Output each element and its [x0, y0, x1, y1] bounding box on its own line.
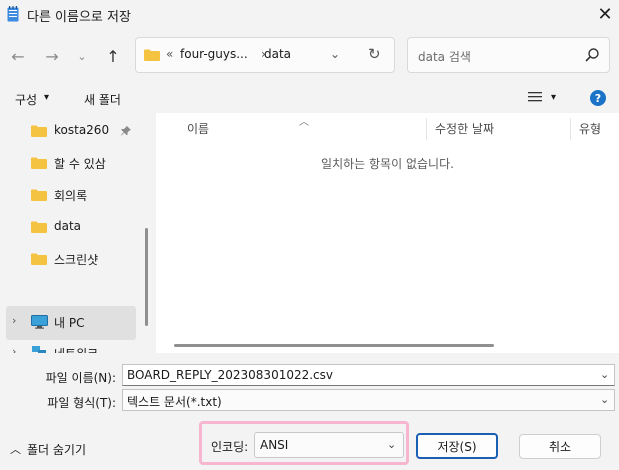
forward-button[interactable]: →: [38, 42, 66, 70]
search-box[interactable]: data 검색: [407, 37, 610, 73]
network-icon: [32, 346, 46, 353]
caret-down-icon: ▾: [44, 92, 50, 103]
chevron-right-icon[interactable]: ›: [12, 345, 16, 353]
notepad-icon: [7, 6, 19, 22]
save-button[interactable]: 저장(S): [416, 433, 498, 459]
column-divider[interactable]: [426, 118, 427, 140]
filename-field[interactable]: [122, 364, 615, 386]
cancel-button[interactable]: 취소: [519, 434, 601, 459]
sidebar-item-label: 회의록: [54, 189, 88, 203]
encoding-label: 인코딩:: [211, 440, 249, 454]
sidebar-item-label: kosta260: [54, 123, 110, 137]
chevron-right-icon[interactable]: ›: [12, 314, 16, 327]
search-icon: [585, 48, 599, 62]
folder-icon: [31, 125, 47, 137]
filename-label: 파일 이름(N):: [45, 371, 116, 385]
close-icon: ✕: [597, 3, 613, 25]
column-header-name[interactable]: 이름: [187, 120, 209, 137]
sidebar-item-kosta260[interactable]: kosta260: [0, 117, 140, 145]
chevron-down-icon[interactable]: ⌄: [600, 368, 609, 381]
sidebar-item-this-pc[interactable]: › 내 PC: [6, 306, 136, 340]
sidebar-item-label: 내 PC: [54, 316, 85, 330]
encoding-select[interactable]: ANSI ⌄: [254, 432, 404, 458]
close-button[interactable]: ✕: [592, 2, 618, 26]
filetype-label: 파일 형식(T):: [47, 396, 116, 410]
filetype-select[interactable]: 텍스트 문서(*.txt): [122, 389, 615, 411]
folder-icon: [31, 189, 47, 201]
refresh-icon[interactable]: ↻: [368, 45, 381, 63]
arrow-up-icon: ↑: [106, 46, 120, 66]
view-options-icon[interactable]: [527, 90, 543, 104]
navigation-pane[interactable]: kosta260 할 수 있삼 회의록 data 스크린샷 › 내 PC › 네…: [0, 113, 151, 353]
address-bar[interactable]: « four-guys... › data ⌄ ↻: [135, 37, 395, 73]
folder-icon: [31, 157, 47, 169]
encoding-value: ANSI: [260, 438, 289, 452]
address-overflow[interactable]: «: [166, 47, 173, 61]
horizontal-scrollbar[interactable]: [174, 344, 494, 347]
chevron-down-icon: ⌄: [77, 49, 87, 63]
search-placeholder[interactable]: data 검색: [418, 48, 471, 65]
folder-icon: [31, 221, 47, 233]
file-list[interactable]: ︿ 이름 수정한 날짜 유형 일치하는 항목이 없습니다.: [156, 113, 619, 353]
sidebar-item-label: 스크린샷: [54, 253, 99, 267]
sidebar-item-할-수-있삼[interactable]: 할 수 있삼: [0, 149, 140, 177]
computer-icon: [31, 315, 48, 329]
address-segment-current[interactable]: data: [264, 47, 291, 61]
address-segment-parent[interactable]: four-guys...: [180, 47, 248, 61]
folder-icon: [31, 253, 47, 265]
chevron-down-icon[interactable]: ⌄: [600, 393, 609, 406]
up-button[interactable]: ↑: [99, 42, 127, 70]
new-folder-button[interactable]: 새 폴더: [84, 91, 121, 108]
column-header-date-modified[interactable]: 수정한 날짜: [435, 120, 494, 137]
column-header-type[interactable]: 유형: [579, 120, 601, 137]
arrow-right-icon: →: [45, 46, 59, 66]
chevron-down-icon[interactable]: ⌄: [330, 47, 340, 61]
arrow-left-icon: ←: [11, 46, 25, 66]
navigation-scrollbar[interactable]: [145, 228, 148, 326]
organize-button[interactable]: 구성: [15, 91, 37, 108]
recent-locations-button[interactable]: ⌄: [70, 42, 94, 70]
caret-down-icon[interactable]: ▾: [551, 92, 556, 103]
sidebar-item-스크린샷[interactable]: 스크린샷: [0, 245, 140, 273]
pin-icon[interactable]: [120, 125, 132, 137]
back-button[interactable]: ←: [4, 42, 32, 70]
column-divider[interactable]: [570, 118, 571, 140]
sidebar-item-label: data: [54, 219, 82, 233]
sidebar-item-회의록[interactable]: 회의록: [0, 181, 140, 209]
chevron-up-icon[interactable]: ︿: [10, 441, 21, 457]
empty-message: 일치하는 항목이 없습니다.: [321, 157, 454, 171]
folder-icon: [144, 49, 160, 61]
sidebar-item-data[interactable]: data: [0, 213, 140, 241]
window-title: 다른 이름으로 저장: [27, 10, 131, 25]
chevron-down-icon: ⌄: [387, 438, 397, 451]
sidebar-item-label: 할 수 있삼: [54, 157, 106, 171]
title-bar: 다른 이름으로 저장 ✕: [0, 0, 619, 30]
hide-folders-button[interactable]: 폴더 숨기기: [27, 441, 86, 458]
sort-ascending-icon: ︿: [299, 117, 309, 128]
help-icon[interactable]: ?: [590, 90, 606, 106]
sidebar-item-network[interactable]: 네트워크: [54, 345, 98, 353]
